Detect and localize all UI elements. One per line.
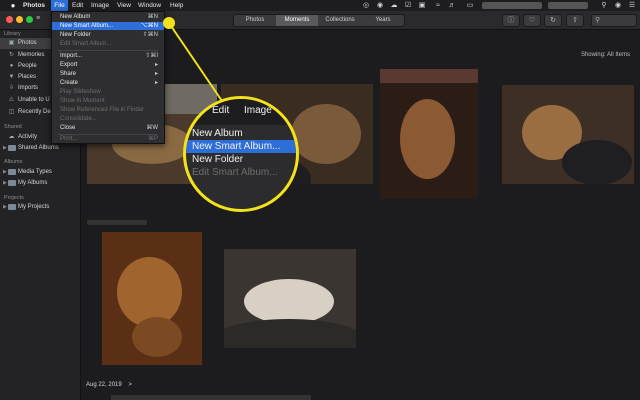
magnified-new-smart-album: New Smart Album... [192,141,281,152]
magnified-image-menu: Image [244,105,272,116]
magnified-new-album: New Album [192,128,243,139]
magnified-new-folder: New Folder [192,154,244,165]
magnified-file-highlight [186,104,198,120]
callout-line [168,22,223,102]
callout-pointer-dot [163,17,175,29]
magnifier-callout: Edit Image New Album New Smart Album... … [183,96,299,212]
magnified-edit-smart-album: Edit Smart Album... [192,167,278,178]
magnified-edit-menu: Edit [212,105,230,116]
magnified-menubar: Edit Image [186,99,296,125]
